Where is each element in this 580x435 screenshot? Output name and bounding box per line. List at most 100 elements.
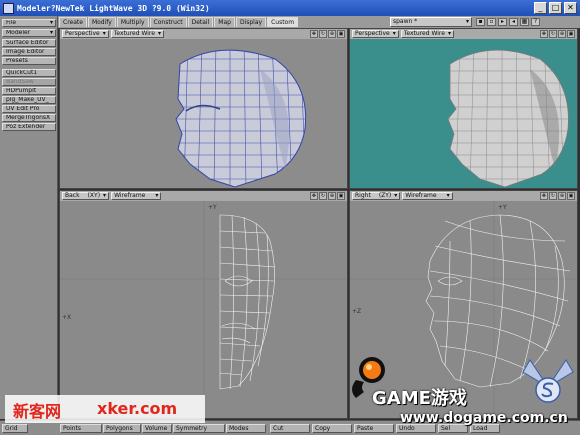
modes-select[interactable]: Modes xyxy=(226,424,266,433)
volume-mode-button[interactable]: Volume xyxy=(142,424,172,433)
sidebar-item-uv-edit-pro[interactable]: UV Edit Pro xyxy=(2,105,56,113)
chevron-down-icon: ▾ xyxy=(155,192,159,199)
move-view-icon[interactable]: ✥ xyxy=(540,192,548,200)
render-mode-label: Textured Wire xyxy=(403,30,445,37)
background-layer-icon[interactable]: ▫ xyxy=(487,18,496,26)
sidebar-item-label: UV Edit Pro xyxy=(6,105,40,112)
rotate-view-icon[interactable]: ↻ xyxy=(549,30,557,38)
viewport-bottom-left[interactable]: Back (XY) ▾ Wireframe ▾ ✥ ↻ ⊕ ▣ +Y +X xyxy=(59,190,348,419)
chevron-down-icon: ▾ xyxy=(49,29,53,36)
render-mode-select[interactable]: Wireframe ▾ xyxy=(402,192,453,200)
maximize-button[interactable]: □ xyxy=(549,2,562,14)
maximize-view-icon[interactable]: ▣ xyxy=(567,192,575,200)
next-layer-icon[interactable]: ▸ xyxy=(498,18,507,26)
layer-select-value: spawn * xyxy=(393,18,418,25)
head-model-shaded xyxy=(447,49,569,188)
maximize-view-icon[interactable]: ▣ xyxy=(337,192,345,200)
sidebar-item-quickcut[interactable]: QuickCut1 xyxy=(2,69,56,77)
tab-custom[interactable]: Custom xyxy=(267,17,299,27)
move-view-icon[interactable]: ✥ xyxy=(540,30,548,38)
render-mode-label: Wireframe xyxy=(114,192,146,199)
projection-select[interactable]: Perspective ▾ xyxy=(352,30,399,38)
maximize-view-icon[interactable]: ▣ xyxy=(567,30,575,38)
points-mode-button[interactable]: Points xyxy=(60,424,102,433)
maximize-view-icon[interactable]: ▣ xyxy=(337,30,345,38)
sidebar: File ▾ Modeler ▾ Surface Editor Image Edit… xyxy=(0,16,58,419)
sidebar-item-label: QuickCut1 xyxy=(6,69,38,76)
watermark-game-text: GAME游戏 xyxy=(372,388,467,409)
projection-select[interactable]: Right (ZY) ▾ xyxy=(352,192,401,200)
prev-layer-icon[interactable]: ◂ xyxy=(509,18,518,26)
tab-display[interactable]: Display xyxy=(235,17,267,27)
sidebar-item-label: BandSaw xyxy=(6,78,34,85)
sidebar-item-presets[interactable]: Presets xyxy=(2,57,56,65)
zoom-view-icon[interactable]: ⊕ xyxy=(558,192,566,200)
close-button[interactable]: ✕ xyxy=(564,2,577,14)
sidebar-item-label: MergeTrigonsX xyxy=(6,114,51,121)
window-title: Modeler?NewTek LightWave 3D ?9.0 (Win32) xyxy=(17,3,210,13)
sidebar-item-image-editor[interactable]: Image Editor xyxy=(2,48,56,56)
watermark-xker-cn: 新客网 xyxy=(13,402,62,421)
sidebar-item-modeler[interactable]: Modeler ▾ xyxy=(2,29,56,37)
projection-label: Perspective xyxy=(65,30,100,37)
sidebar-item-label: File xyxy=(6,19,17,26)
viewport-top-left[interactable]: Perspective ▾ Textured Wire ▾ ✥ ↻ ⊕ ▣ xyxy=(59,28,348,189)
tab-map[interactable]: Map xyxy=(214,17,235,27)
watermark-dogame: GAME游戏 www.dogame.com.cn xyxy=(330,350,580,435)
minimize-button[interactable]: _ xyxy=(534,2,547,14)
tab-modify[interactable]: Modify xyxy=(87,17,116,27)
tab-bar: Create Modify Multiply Construct Detail … xyxy=(59,17,299,27)
sidebar-item-hdpumpit[interactable]: HDPumpIt xyxy=(2,87,56,95)
viewport-top-right[interactable]: Perspective ▾ Textured Wire ▾ ✥ ↻ ⊕ ▣ xyxy=(349,28,578,189)
polygons-mode-button[interactable]: Polygons xyxy=(103,424,141,433)
viewport-header: Back (XY) ▾ Wireframe ▾ ✥ ↻ ⊕ ▣ xyxy=(60,191,347,201)
move-view-icon[interactable]: ✥ xyxy=(310,192,318,200)
winged-s-emblem-icon xyxy=(522,359,574,403)
zoom-view-icon[interactable]: ⊕ xyxy=(328,192,336,200)
render-mode-select[interactable]: Textured Wire ▾ xyxy=(400,30,454,38)
chevron-down-icon: ▾ xyxy=(392,30,396,37)
rotate-view-icon[interactable]: ↻ xyxy=(319,192,327,200)
rotate-view-icon[interactable]: ↻ xyxy=(549,192,557,200)
render-mode-select[interactable]: Wireframe ▾ xyxy=(111,192,162,200)
viewport-canvas[interactable] xyxy=(350,39,577,188)
axes-label: (ZY) xyxy=(378,192,392,199)
tab-detail[interactable]: Detail xyxy=(187,17,214,27)
sidebar-item-label: Presets xyxy=(6,57,28,64)
sidebar-item-label: plg_Make_UV_ xyxy=(6,96,49,103)
sidebar-item-file[interactable]: File ▾ xyxy=(2,19,56,27)
zoom-view-icon[interactable]: ⊕ xyxy=(558,30,566,38)
grid-readout: Grid xyxy=(2,424,28,433)
rotate-view-icon[interactable]: ↻ xyxy=(319,30,327,38)
move-view-icon[interactable]: ✥ xyxy=(310,30,318,38)
chevron-down-icon: ▾ xyxy=(465,18,469,25)
layer-controls: ▪ ▫ ▸ ◂ ▦ ? xyxy=(476,18,540,26)
foreground-layer-icon[interactable]: ▪ xyxy=(476,18,485,26)
sidebar-item-merge-trigons[interactable]: MergeTrigonsX xyxy=(2,114,56,122)
projection-select[interactable]: Perspective ▾ xyxy=(62,30,109,38)
render-mode-select[interactable]: Textured Wire ▾ xyxy=(110,30,164,38)
tab-create[interactable]: Create xyxy=(59,17,87,27)
viewport-canvas[interactable]: +Y +X xyxy=(60,201,347,418)
symmetry-toggle[interactable]: Symmetry xyxy=(173,424,225,433)
sidebar-item-make-uv[interactable]: plg_Make_UV_ xyxy=(2,96,56,104)
axis-label-x: +X xyxy=(62,314,71,321)
tab-construct[interactable]: Construct xyxy=(149,17,187,27)
chevron-down-icon: ▾ xyxy=(447,30,451,37)
tab-multiply[interactable]: Multiply xyxy=(116,17,149,27)
title-bar: Modeler?NewTek LightWave 3D ?9.0 (Win32)… xyxy=(0,0,580,16)
sidebar-item-bandsaw[interactable]: BandSaw xyxy=(2,78,56,86)
layer-select[interactable]: spawn * ▾ xyxy=(390,17,472,27)
chevron-down-icon: ▾ xyxy=(103,192,107,199)
watermark-url: www.dogame.com.cn xyxy=(400,410,568,426)
viewport-canvas[interactable] xyxy=(60,39,347,188)
layout-icon[interactable]: ▦ xyxy=(520,18,529,26)
cut-button[interactable]: Cut xyxy=(270,424,310,433)
chevron-down-icon: ▾ xyxy=(49,19,53,26)
sidebar-item-poz-extender[interactable]: Poz Extender xyxy=(2,123,56,131)
chevron-down-icon: ▾ xyxy=(157,30,161,37)
help-icon[interactable]: ? xyxy=(531,18,540,26)
sidebar-item-surface-editor[interactable]: Surface Editor xyxy=(2,39,56,47)
projection-select[interactable]: Back (XY) ▾ xyxy=(62,192,110,200)
zoom-view-icon[interactable]: ⊕ xyxy=(328,30,336,38)
